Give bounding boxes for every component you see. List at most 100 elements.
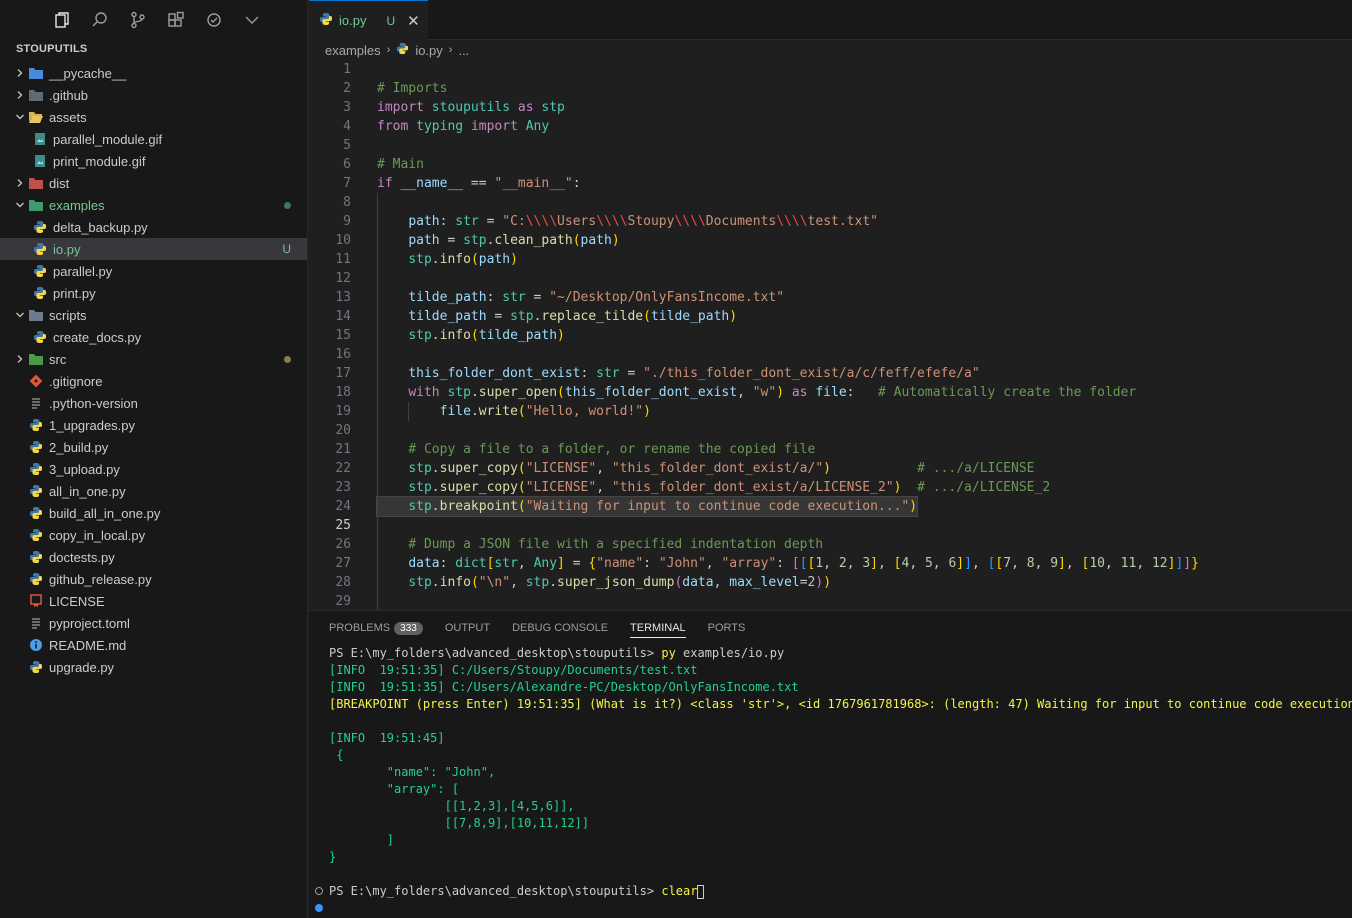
text-file-icon	[28, 395, 44, 411]
line-number: 24	[335, 499, 351, 514]
code-line: 2 # Imports	[309, 79, 1352, 98]
tree-file[interactable]: parallel_module.gif	[0, 128, 307, 150]
tree-item-label: 3_upload.py	[49, 461, 120, 477]
tree-folder[interactable]: dist	[0, 172, 307, 194]
tree-file[interactable]: README.md	[0, 634, 307, 656]
tree-file[interactable]: print.py	[0, 282, 307, 304]
tree-file[interactable]: copy_in_local.py	[0, 524, 307, 546]
code-text: import stouputils as stp	[377, 100, 565, 115]
code-text: tilde_path = stp.replace_tilde(tilde_pat…	[408, 309, 738, 324]
code-line: 21 # Copy a file to a folder, or rename …	[309, 440, 1352, 459]
code-line: 22 stp.super_copy("LICENSE", "this_folde…	[309, 459, 1352, 478]
breadcrumb: examples › io.py › ...	[309, 40, 1352, 60]
code-line: 15 stp.info(tilde_path)	[309, 326, 1352, 345]
tab-io-py[interactable]: io.py U ✕	[309, 0, 428, 40]
line-number: 11	[335, 252, 351, 267]
chevron-right-icon	[12, 351, 28, 367]
tree-file[interactable]: 1_upgrades.py	[0, 414, 307, 436]
python-file-icon	[28, 461, 44, 477]
remote-icon[interactable]	[204, 10, 224, 30]
breadcrumb-folder[interactable]: examples	[325, 43, 381, 58]
python-file-icon	[32, 263, 48, 279]
tree-file[interactable]: delta_backup.py	[0, 216, 307, 238]
terminal-line: PS E:\my_folders\advanced_desktop\stoupu…	[329, 883, 1352, 900]
terminal-line: "name": "John",	[329, 765, 496, 779]
command-decoration-icon[interactable]	[315, 904, 323, 912]
tree-folder[interactable]: __pycache__	[0, 62, 307, 84]
view-toolbar	[0, 0, 307, 40]
terminal-line: [INFO 19:51:45]	[329, 731, 445, 745]
tree-item-label: copy_in_local.py	[49, 527, 146, 543]
code-line: 19 file.write("Hello, world!")	[309, 402, 1352, 421]
editor-tabs: io.py U ✕	[309, 0, 1352, 40]
tree-file[interactable]: build_all_in_one.py	[0, 502, 307, 524]
tree-item-label: __pycache__	[49, 65, 127, 81]
tree-folder[interactable]: src	[0, 348, 307, 370]
code-editor[interactable]: 1 2 # Imports 3 import stouputils as stp 4 fro…	[309, 60, 1352, 611]
chevron-right-icon: ›	[448, 44, 453, 56]
explorer-icon[interactable]	[52, 10, 72, 30]
terminal-output[interactable]: PS E:\my_folders\advanced_desktop\stoupu…	[329, 645, 1352, 900]
editor-area: io.py U ✕ examples › io.py › ... 1 2 # Imp…	[309, 0, 1352, 611]
python-file-icon	[28, 659, 44, 675]
search-icon[interactable]	[90, 10, 110, 30]
line-number: 4	[343, 119, 351, 134]
folder-icon	[28, 197, 44, 213]
tree-item-label: examples	[49, 197, 105, 213]
code-line: 23 stp.super_copy("LICENSE", "this_folde…	[309, 478, 1352, 497]
tree-file[interactable]: print_module.gif	[0, 150, 307, 172]
breadcrumb-symbols[interactable]: ...	[458, 43, 469, 58]
tree-file[interactable]: all_in_one.py	[0, 480, 307, 502]
line-number: 3	[343, 100, 351, 115]
tree-item-label: delta_backup.py	[53, 219, 148, 235]
tree-file[interactable]: github_release.py	[0, 568, 307, 590]
code-text: # Main	[377, 157, 424, 172]
chevron-down-icon[interactable]	[242, 10, 262, 30]
tree-folder[interactable]: assets	[0, 106, 307, 128]
extensions-icon[interactable]	[166, 10, 186, 30]
tree-file[interactable]: upgrade.py	[0, 656, 307, 678]
chevron-down-icon	[12, 307, 28, 323]
tree-file[interactable]: doctests.py	[0, 546, 307, 568]
tree-file[interactable]: 3_upload.py	[0, 458, 307, 480]
close-icon[interactable]: ✕	[407, 12, 420, 30]
panel-tab-label: PORTS	[707, 622, 746, 634]
git-icon	[28, 373, 44, 389]
indent-guide	[377, 193, 378, 611]
line-number: 29	[335, 594, 351, 609]
tree-item-label: upgrade.py	[49, 659, 115, 675]
tab-problems[interactable]: PROBLEMS 333	[329, 611, 423, 645]
tree-file[interactable]: pyproject.toml	[0, 612, 307, 634]
workspace-title[interactable]: STOUPUTILS	[0, 40, 307, 58]
line-number: 13	[335, 290, 351, 305]
code-line: 4 from typing import Any	[309, 117, 1352, 136]
tab-label: io.py	[339, 13, 367, 28]
tab-terminal[interactable]: TERMINAL	[630, 611, 686, 645]
tab-output[interactable]: OUTPUT	[445, 611, 490, 645]
tree-file[interactable]: .python-version	[0, 392, 307, 414]
tree-item-label: scripts	[49, 307, 87, 323]
tree-file[interactable]: parallel.py	[0, 260, 307, 282]
tree-folder[interactable]: examples	[0, 194, 307, 216]
tree-item-label: pyproject.toml	[49, 615, 130, 631]
tree-file[interactable]: 2_build.py	[0, 436, 307, 458]
bottom-panel: PROBLEMS 333 OUTPUT DEBUG CONSOLE TERMINAL PO…	[309, 610, 1352, 918]
breadcrumb-file[interactable]: io.py	[415, 43, 442, 58]
tree-file[interactable]: create_docs.py	[0, 326, 307, 348]
tree-folder[interactable]: .github	[0, 84, 307, 106]
code-line: 18 with stp.super_open(this_folder_dont_…	[309, 383, 1352, 402]
tree-file[interactable]: LICENSE	[0, 590, 307, 612]
command-decoration-icon[interactable]	[315, 887, 323, 895]
terminal-line: PS E:\my_folders\advanced_desktop\stoupu…	[329, 646, 785, 660]
source-control-icon[interactable]	[128, 10, 148, 30]
code-text: # Imports	[377, 81, 448, 96]
tab-debug-console[interactable]: DEBUG CONSOLE	[512, 611, 608, 645]
tree-item-label: 1_upgrades.py	[49, 417, 136, 433]
code-text: stp.breakpoint("Waiting for input to con…	[375, 496, 919, 517]
tree-file[interactable]: io.py U	[0, 238, 307, 260]
tab-ports[interactable]: PORTS	[708, 611, 746, 645]
tree-file[interactable]: .gitignore	[0, 370, 307, 392]
tree-folder[interactable]: scripts	[0, 304, 307, 326]
